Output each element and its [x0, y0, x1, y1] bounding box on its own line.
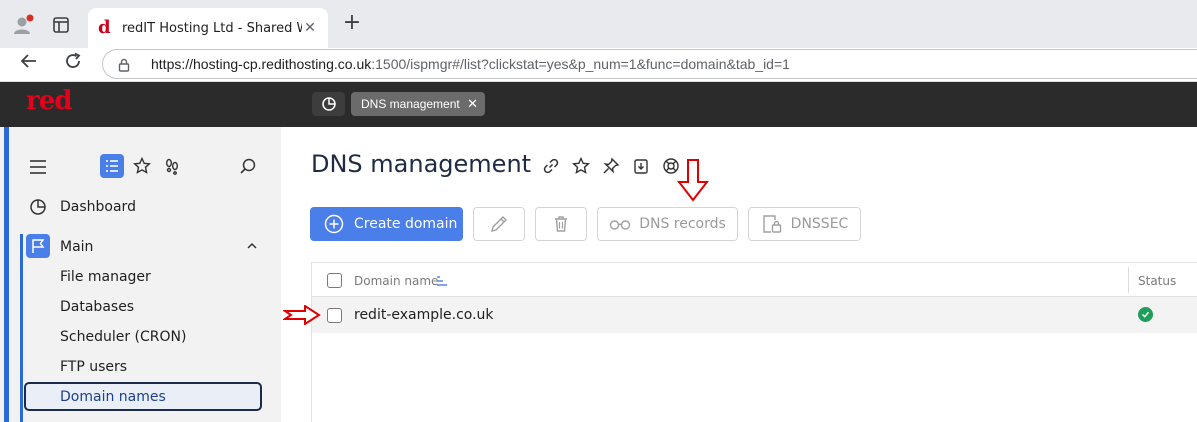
sidebar-item-databases[interactable]: Databases — [60, 299, 134, 315]
delete-button[interactable] — [535, 207, 587, 241]
favorites-star-icon[interactable] — [132, 156, 152, 176]
url-path: :1500/ispmgr#/list?clickstat=yes&p_num=1… — [371, 56, 790, 72]
dnssec-button[interactable]: DNSSEC — [748, 207, 861, 241]
sidebar-item-domain-names[interactable]: Domain names — [60, 389, 166, 405]
site-favicon-icon: d — [98, 17, 111, 38]
link-icon[interactable] — [541, 156, 561, 176]
new-tab-icon[interactable]: + — [340, 12, 364, 36]
domain-name-cell[interactable]: redit-example.co.uk — [354, 307, 494, 323]
dashboard-icon — [28, 197, 48, 217]
annotation-arrow-right-icon — [283, 305, 321, 325]
pie-chart-icon — [321, 97, 336, 111]
export-icon[interactable] — [631, 156, 651, 176]
secure-doc-icon — [762, 215, 781, 233]
header-tab-dns-management[interactable]: DNS management ✕ — [351, 92, 485, 116]
sidebar-item-file-manager[interactable]: File manager — [60, 269, 151, 285]
lock-icon[interactable] — [117, 57, 131, 72]
close-tab-icon[interactable]: ✕ — [302, 20, 318, 36]
tab-actions-icon[interactable] — [50, 14, 72, 36]
dns-records-label: DNS records — [639, 216, 726, 232]
row-checkbox[interactable] — [327, 308, 342, 323]
url-text: https://hosting-cp.redithosting.co.uk:15… — [151, 56, 790, 72]
reload-icon[interactable] — [60, 52, 86, 78]
browser-tab-title: redIT Hosting Ltd - Shared Web H — [122, 20, 302, 36]
pencil-icon — [491, 216, 507, 232]
close-icon[interactable]: ✕ — [467, 97, 478, 112]
browser-address-bar: https://hosting-cp.redithosting.co.uk:15… — [0, 48, 1197, 82]
sidebar-item-ftp-users[interactable]: FTP users — [60, 359, 127, 375]
main-group-indicator — [20, 234, 23, 422]
header-tab-label: DNS management — [361, 97, 460, 111]
browser-tab[interactable]: d redIT Hosting Ltd - Shared Web H ✕ — [88, 8, 328, 48]
pin-icon[interactable] — [601, 156, 621, 176]
star-icon[interactable] — [571, 156, 591, 176]
dashboard-shortcut-button[interactable] — [312, 92, 345, 116]
page-title: DNS management — [311, 150, 532, 178]
sidebar-item-scheduler[interactable]: Scheduler (CRON) — [60, 329, 186, 345]
plus-circle-icon — [324, 214, 344, 234]
edit-button[interactable] — [473, 207, 525, 241]
brand-logo[interactable]: red — [26, 86, 72, 116]
table-row[interactable]: redit-example.co.uk — [312, 297, 1197, 333]
main-flag-icon — [26, 234, 50, 258]
sort-icon[interactable] — [435, 273, 449, 287]
dns-records-button[interactable]: DNS records — [597, 207, 738, 241]
browser-tab-strip: d redIT Hosting Ltd - Shared Web H ✕ + — [0, 0, 1197, 48]
profile-icon[interactable] — [10, 12, 36, 38]
chevron-up-icon[interactable] — [244, 238, 260, 254]
status-ok-icon — [1138, 307, 1153, 322]
column-header-status[interactable]: Status — [1138, 274, 1176, 288]
create-domain-button[interactable]: Create domain — [310, 207, 463, 241]
search-icon[interactable] — [238, 156, 258, 176]
table-header: Domain name Status — [312, 263, 1197, 297]
column-header-domain-name[interactable]: Domain name — [354, 274, 438, 288]
column-divider[interactable] — [1128, 267, 1129, 293]
app-header: red DNS management ✕ — [0, 82, 1197, 127]
url-field[interactable]: https://hosting-cp.redithosting.co.uk:15… — [102, 49, 1197, 79]
url-host: https://hosting-cp.redithosting.co.uk — [151, 56, 372, 72]
trash-icon — [555, 216, 567, 232]
select-all-checkbox[interactable] — [327, 273, 342, 288]
glasses-icon — [609, 220, 631, 230]
sidebar-edge-bar — [4, 127, 9, 422]
menu-list-mode-button[interactable] — [100, 154, 124, 178]
back-arrow-icon[interactable] — [16, 52, 42, 78]
domains-table: Domain name Status redit-example.co.uk — [311, 262, 1197, 422]
annotation-arrow-down-icon — [677, 159, 709, 202]
list-icon — [106, 160, 118, 172]
sidebar-item-dashboard[interactable]: Dashboard — [60, 199, 136, 215]
hamburger-menu-icon[interactable] — [28, 158, 48, 176]
sidebar-group-main[interactable]: Main — [60, 239, 93, 255]
create-domain-label: Create domain — [354, 216, 458, 232]
dnssec-label: DNSSEC — [790, 216, 849, 232]
footprints-icon[interactable] — [162, 156, 182, 176]
